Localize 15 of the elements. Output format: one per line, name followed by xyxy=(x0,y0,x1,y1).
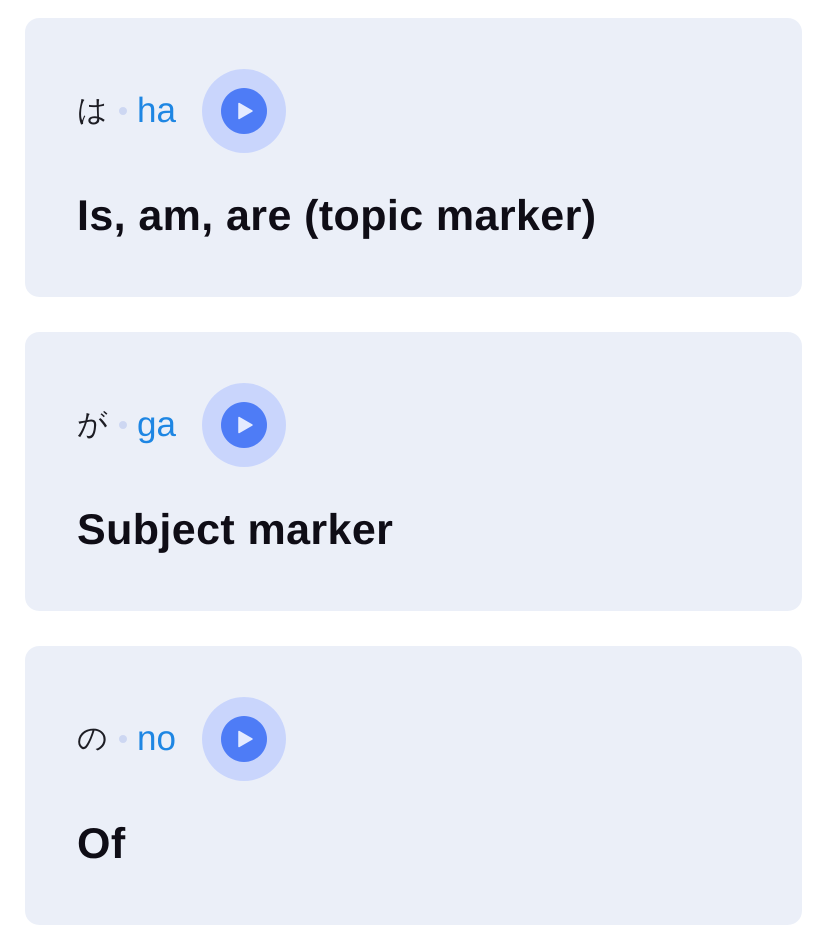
meaning-text: Subject marker xyxy=(77,507,394,554)
separator-dot-icon xyxy=(119,107,127,115)
play-icon xyxy=(220,716,267,762)
separator-dot-icon xyxy=(119,735,127,743)
kana-text: は xyxy=(77,93,108,129)
romaji-text: no xyxy=(137,718,176,760)
kana-text: が xyxy=(77,407,108,443)
meaning-text: Of xyxy=(77,821,127,868)
romaji-text: ha xyxy=(137,90,176,132)
romaji-text: ga xyxy=(137,404,176,446)
meaning-text: Is, am, are (topic marker) xyxy=(77,193,598,240)
kana-text: の xyxy=(77,721,108,757)
play-icon xyxy=(220,88,267,134)
play-icon xyxy=(220,402,267,448)
separator-dot-icon xyxy=(119,421,127,429)
